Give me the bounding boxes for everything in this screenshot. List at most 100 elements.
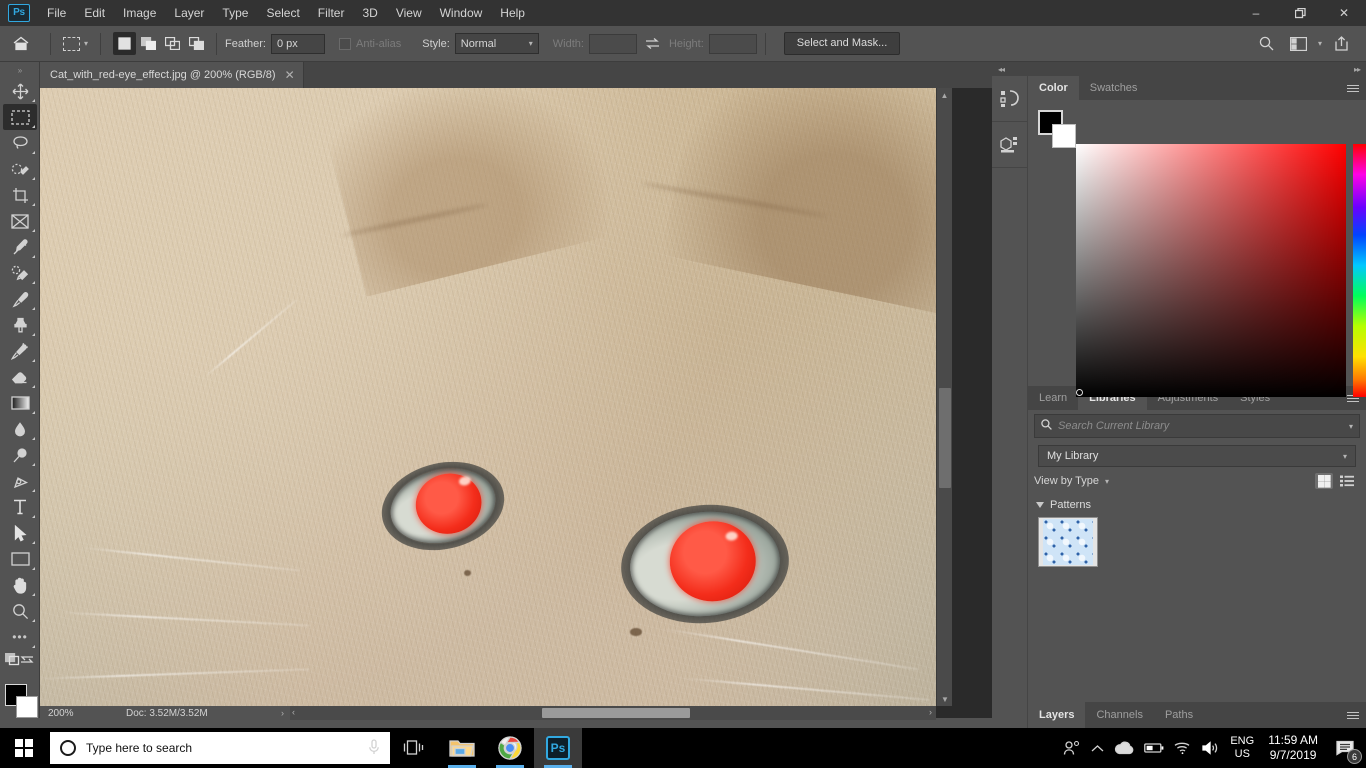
- view-by-label[interactable]: View by Type: [1034, 475, 1099, 487]
- tab-learn[interactable]: Learn: [1028, 386, 1078, 410]
- library-select[interactable]: My Library ▾: [1038, 445, 1356, 467]
- collapse-panels-icon[interactable]: ◂◂: [998, 65, 1005, 74]
- background-color-swatch[interactable]: [16, 696, 38, 718]
- menu-layer[interactable]: Layer: [165, 2, 213, 24]
- home-icon[interactable]: [6, 31, 36, 57]
- document-size-info[interactable]: Doc: 3.52M/3.52M: [96, 708, 281, 719]
- width-input[interactable]: [588, 33, 637, 54]
- expand-panels-icon[interactable]: ▸▸: [1354, 65, 1361, 74]
- close-button[interactable]: ✕: [1322, 0, 1366, 26]
- history-brush-tool[interactable]: [3, 338, 37, 364]
- feather-input[interactable]: 0 px: [270, 33, 325, 54]
- onedrive-cloud-icon[interactable]: [1114, 741, 1134, 755]
- menu-3d[interactable]: 3D: [353, 2, 386, 24]
- zoom-tool[interactable]: [3, 598, 37, 624]
- canvas-area[interactable]: [40, 88, 992, 718]
- start-button[interactable]: [0, 728, 48, 768]
- blur-tool[interactable]: [3, 416, 37, 442]
- chevron-up-icon[interactable]: [1091, 744, 1104, 753]
- tool-preset-picker[interactable]: ▾: [59, 35, 92, 53]
- battery-icon[interactable]: [1144, 742, 1164, 754]
- workspace-icon[interactable]: [1286, 32, 1312, 56]
- menu-select[interactable]: Select: [257, 2, 308, 24]
- anti-alias-checkbox[interactable]: [338, 37, 351, 50]
- gradient-tool[interactable]: [3, 390, 37, 416]
- path-selection-tool[interactable]: [3, 520, 37, 546]
- grid-view-button[interactable]: [1315, 473, 1333, 489]
- search-icon[interactable]: [1254, 32, 1280, 56]
- scroll-right-icon[interactable]: ›: [929, 707, 932, 717]
- menu-edit[interactable]: Edit: [75, 2, 114, 24]
- chevron-down-icon[interactable]: ▾: [1105, 477, 1109, 486]
- tab-swatches[interactable]: Swatches: [1079, 76, 1149, 100]
- intersect-with-selection-button[interactable]: [185, 32, 208, 55]
- asset-group-header[interactable]: Patterns: [1028, 489, 1366, 515]
- menu-filter[interactable]: Filter: [309, 2, 354, 24]
- task-view-button[interactable]: [390, 728, 438, 768]
- scroll-up-icon[interactable]: ▲: [937, 88, 952, 102]
- lasso-tool[interactable]: [3, 130, 37, 156]
- clock[interactable]: 11:59 AM 9/7/2019: [1264, 733, 1322, 763]
- language-indicator[interactable]: ENG US: [1230, 735, 1254, 761]
- layers-panel-menu-icon[interactable]: [1340, 702, 1366, 728]
- restore-button[interactable]: [1278, 0, 1322, 26]
- search-input[interactable]: Type here to search: [86, 741, 358, 755]
- eyedropper-tool[interactable]: [3, 234, 37, 260]
- new-selection-button[interactable]: [113, 32, 137, 55]
- menu-image[interactable]: Image: [114, 2, 165, 24]
- clone-stamp-tool[interactable]: [3, 312, 37, 338]
- list-view-button[interactable]: [1338, 473, 1356, 489]
- notifications-button[interactable]: 6: [1332, 734, 1362, 764]
- people-icon[interactable]: [1063, 740, 1081, 756]
- swap-width-height-icon[interactable]: [643, 37, 663, 50]
- scroll-down-icon[interactable]: ▼: [937, 692, 953, 706]
- menu-help[interactable]: Help: [491, 2, 534, 24]
- photoshop-button[interactable]: Ps: [534, 728, 582, 768]
- tab-layers[interactable]: Layers: [1028, 702, 1086, 728]
- menu-file[interactable]: File: [38, 2, 75, 24]
- chevron-down-icon[interactable]: ▾: [1318, 39, 1322, 48]
- taskbar-search-box[interactable]: Type here to search: [50, 732, 390, 764]
- crop-tool[interactable]: [3, 182, 37, 208]
- horizontal-scroll-thumb[interactable]: [542, 708, 690, 718]
- tab-channels[interactable]: Channels: [1085, 702, 1153, 728]
- quick-selection-tool[interactable]: [3, 156, 37, 182]
- rectangular-marquee-tool[interactable]: [3, 104, 37, 130]
- menu-window[interactable]: Window: [431, 2, 492, 24]
- pattern-asset-thumbnail[interactable]: [1038, 517, 1098, 567]
- eraser-tool[interactable]: [3, 364, 37, 390]
- rectangle-tool[interactable]: [3, 546, 37, 572]
- canvas-horizontal-scrollbar[interactable]: ‹ ›: [290, 706, 936, 720]
- select-and-mask-button[interactable]: Select and Mask...: [783, 32, 901, 55]
- share-icon[interactable]: [1328, 32, 1354, 56]
- spot-healing-brush-tool[interactable]: [3, 260, 37, 286]
- minimize-button[interactable]: –: [1234, 0, 1278, 26]
- brush-tool[interactable]: [3, 286, 37, 312]
- hue-slider[interactable]: [1353, 144, 1366, 397]
- color-picker-field[interactable]: [1076, 144, 1346, 397]
- menu-view[interactable]: View: [387, 2, 431, 24]
- document-tab[interactable]: Cat_with_red-eye_effect.jpg @ 200% (RGB/…: [40, 62, 304, 88]
- scroll-left-icon[interactable]: ‹: [292, 707, 295, 717]
- menu-type[interactable]: Type: [213, 2, 257, 24]
- tab-paths[interactable]: Paths: [1154, 702, 1204, 728]
- canvas-vertical-scrollbar[interactable]: ▲ ▼: [936, 88, 952, 706]
- hand-tool[interactable]: [3, 572, 37, 598]
- height-input[interactable]: [708, 33, 757, 54]
- background-color-swatch[interactable]: [1052, 124, 1076, 148]
- edit-in-quick-mask-icon[interactable]: [4, 652, 20, 669]
- chrome-button[interactable]: [486, 728, 534, 768]
- library-search-row[interactable]: Search Current Library ▾: [1034, 414, 1360, 438]
- status-expand-icon[interactable]: ›: [281, 708, 290, 718]
- more-tools-button[interactable]: •••: [3, 624, 37, 650]
- frame-tool[interactable]: [3, 208, 37, 234]
- zoom-level[interactable]: 200%: [40, 708, 96, 719]
- wifi-icon[interactable]: [1174, 741, 1192, 755]
- pen-tool[interactable]: [3, 468, 37, 494]
- tab-color[interactable]: Color: [1028, 76, 1079, 100]
- move-tool[interactable]: [3, 78, 37, 104]
- subtract-from-selection-button[interactable]: [161, 32, 184, 55]
- volume-icon[interactable]: [1202, 741, 1220, 755]
- search-input[interactable]: Search Current Library: [1058, 420, 1343, 432]
- add-to-selection-button[interactable]: [137, 32, 160, 55]
